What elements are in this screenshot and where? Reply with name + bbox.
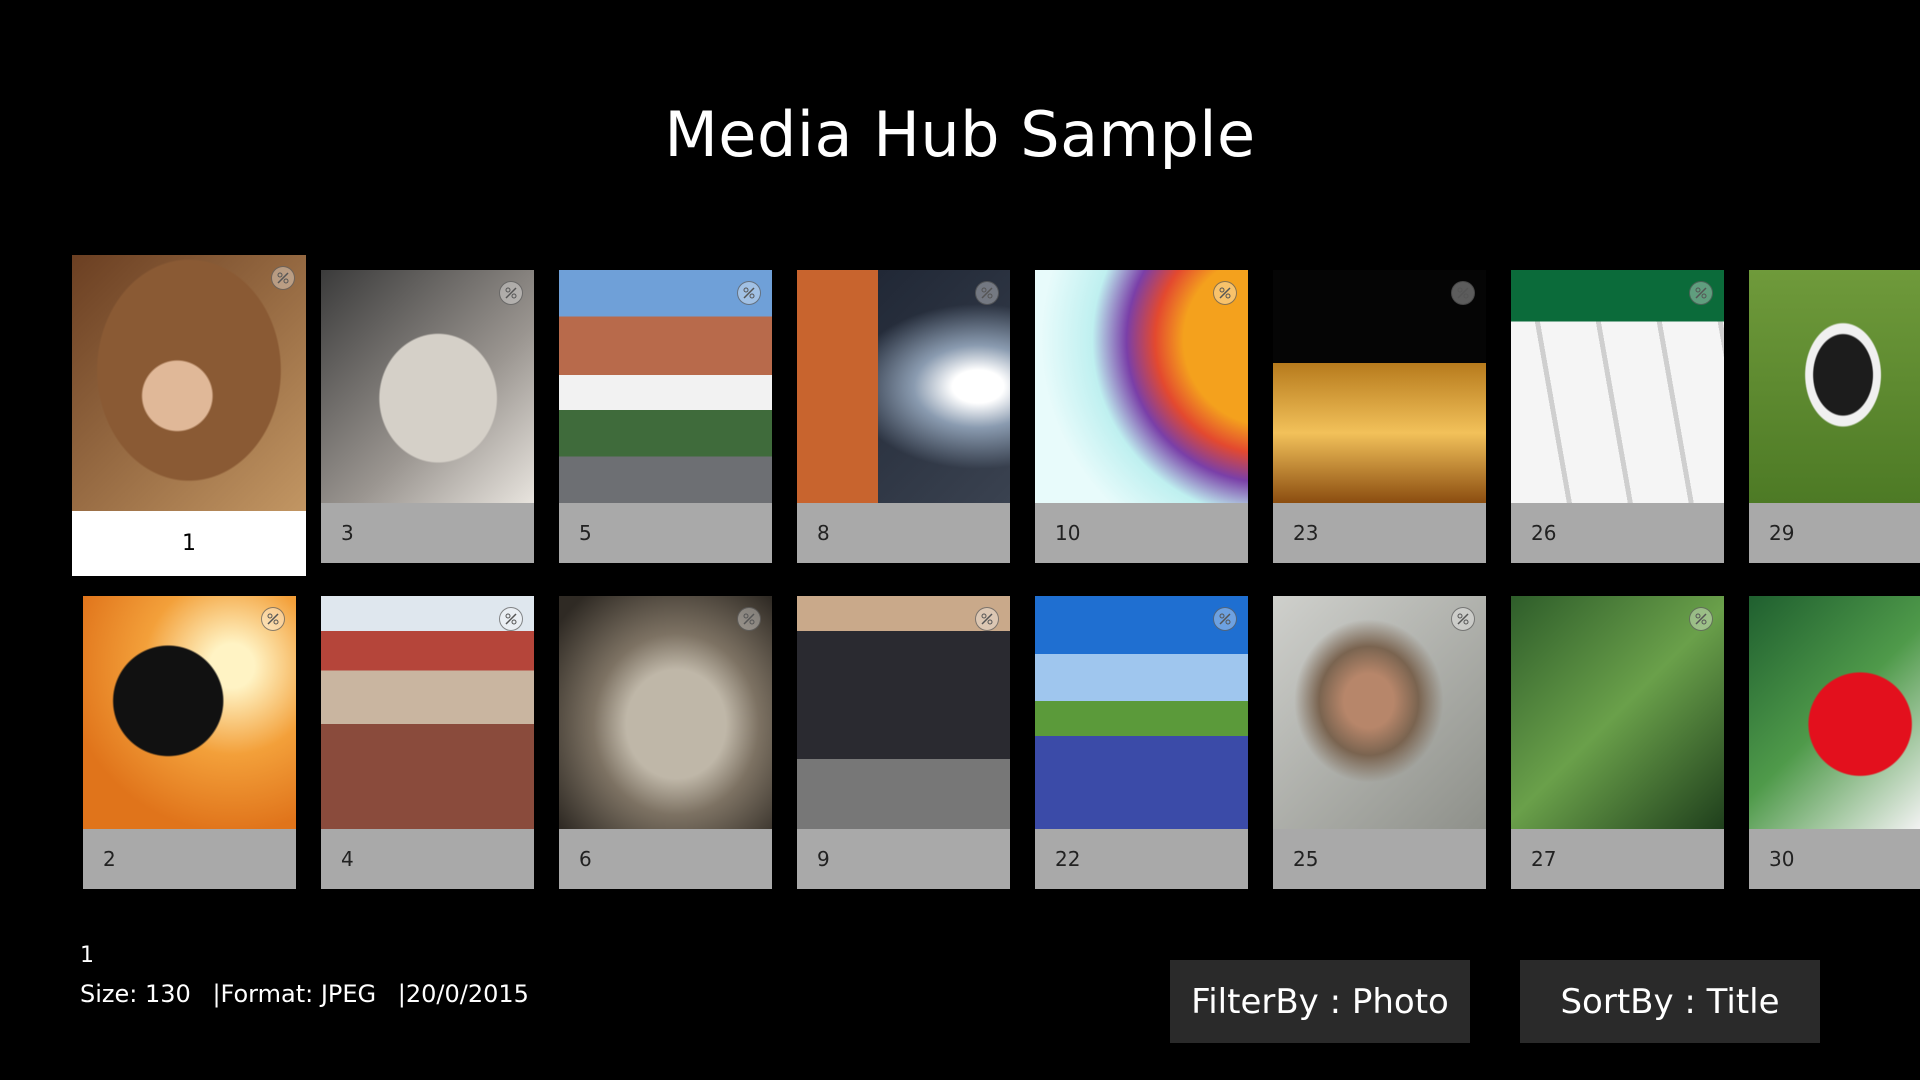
tile-label: 10 xyxy=(1055,521,1081,545)
media-tile[interactable]: 10 xyxy=(1035,270,1248,563)
tile-label: 23 xyxy=(1293,521,1319,545)
thumbnail-image xyxy=(559,596,772,829)
thumbnail-image xyxy=(797,596,1010,829)
status-icon xyxy=(499,607,523,631)
date-text: |20/0/2015 xyxy=(397,980,529,1008)
tile-label: 8 xyxy=(817,521,830,545)
media-tile[interactable]: 1 xyxy=(72,255,306,576)
status-icon xyxy=(1451,607,1475,631)
status-icon xyxy=(1213,607,1237,631)
sort-button[interactable]: SortBy : Title xyxy=(1520,960,1820,1043)
status-icon xyxy=(975,281,999,305)
status-icon xyxy=(271,266,295,290)
status-icon xyxy=(975,607,999,631)
tile-label: 30 xyxy=(1769,847,1795,871)
media-tile[interactable]: 4 xyxy=(321,596,534,889)
thumbnail-image xyxy=(321,270,534,503)
tile-label: 5 xyxy=(579,521,592,545)
media-tile[interactable]: 23 xyxy=(1273,270,1486,563)
tile-label: 4 xyxy=(341,847,354,871)
status-icon xyxy=(261,607,285,631)
thumbnail-image xyxy=(1273,596,1486,829)
filter-button[interactable]: FilterBy : Photo xyxy=(1170,960,1470,1043)
thumbnail-image xyxy=(1749,270,1920,503)
thumbnail-image xyxy=(1273,270,1486,503)
media-tile[interactable]: 5 xyxy=(559,270,772,563)
media-tile[interactable]: 8 xyxy=(797,270,1010,563)
tile-label: 27 xyxy=(1531,847,1557,871)
media-tile[interactable]: 29 xyxy=(1749,270,1920,563)
thumbnail-image xyxy=(1511,270,1724,503)
thumbnail-image xyxy=(797,270,1010,503)
thumbnail-image xyxy=(83,596,296,829)
tile-label: 25 xyxy=(1293,847,1319,871)
status-icon xyxy=(1213,281,1237,305)
thumbnail-image xyxy=(1511,596,1724,829)
media-tile[interactable]: 2 xyxy=(83,596,296,889)
media-tile[interactable]: 27 xyxy=(1511,596,1724,889)
status-icon xyxy=(1451,281,1475,305)
media-tile[interactable]: 9 xyxy=(797,596,1010,889)
tile-label: 29 xyxy=(1769,521,1795,545)
media-tile[interactable]: 25 xyxy=(1273,596,1486,889)
selected-item-meta: Size: 130 |Format: JPEG |20/0/2015 xyxy=(80,980,543,1008)
status-icon xyxy=(1689,281,1713,305)
tile-label: 6 xyxy=(579,847,592,871)
status-icon xyxy=(737,281,761,305)
media-grid: 1 3 5 8 10 23 26 29 2 4 6 9 22 25 27 30 xyxy=(0,0,1920,900)
thumbnail-image xyxy=(321,596,534,829)
tile-label: 3 xyxy=(341,521,354,545)
media-tile[interactable]: 3 xyxy=(321,270,534,563)
thumbnail-image xyxy=(72,255,306,511)
tile-label: 2 xyxy=(103,847,116,871)
thumbnail-image xyxy=(1035,270,1248,503)
thumbnail-image xyxy=(559,270,772,503)
size-text: Size: 130 xyxy=(80,980,191,1008)
tile-label: 26 xyxy=(1531,521,1557,545)
status-icon xyxy=(737,607,761,631)
media-tile[interactable]: 30 xyxy=(1749,596,1920,889)
media-tile[interactable]: 22 xyxy=(1035,596,1248,889)
media-tile[interactable]: 6 xyxy=(559,596,772,889)
status-icon xyxy=(499,281,523,305)
tile-label: 22 xyxy=(1055,847,1081,871)
tile-label: 1 xyxy=(182,531,196,556)
selected-item-name: 1 xyxy=(80,943,94,968)
tile-label: 9 xyxy=(817,847,830,871)
thumbnail-image xyxy=(1749,596,1920,829)
thumbnail-image xyxy=(1035,596,1248,829)
media-hub-screen: Media Hub Sample 1 3 5 8 10 23 26 29 2 4… xyxy=(0,0,1920,1080)
format-text: |Format: JPEG xyxy=(212,980,377,1008)
status-icon xyxy=(1689,607,1713,631)
media-tile[interactable]: 26 xyxy=(1511,270,1724,563)
